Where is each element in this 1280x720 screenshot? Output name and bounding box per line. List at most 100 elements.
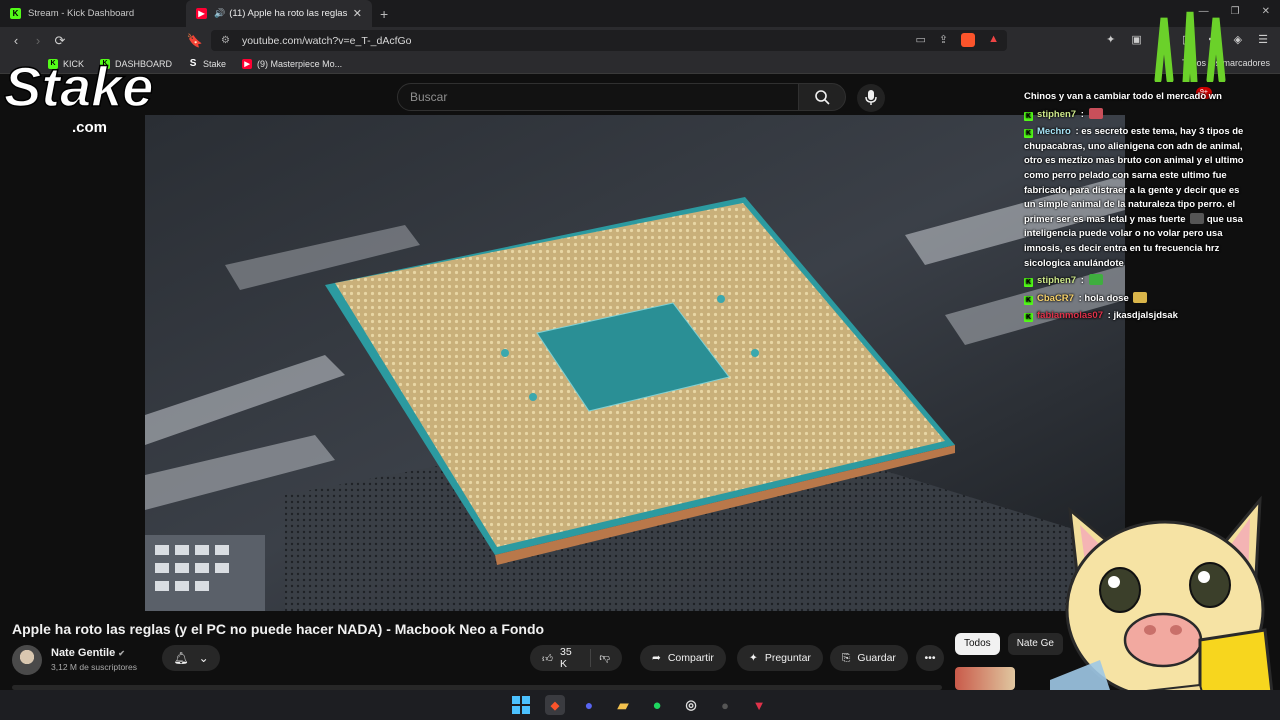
- save-label: Guardar: [857, 652, 896, 664]
- back-icon[interactable]: ‹: [5, 33, 27, 48]
- share-label: Compartir: [667, 652, 714, 664]
- bookmark-masterpiece[interactable]: ▶ (9) Masterpiece Mo...: [242, 58, 343, 69]
- vpn-icon[interactable]: ◈: [1234, 33, 1242, 46]
- file-explorer-icon[interactable]: ▰: [613, 695, 633, 715]
- chat-username: fabianmolas07: [1037, 310, 1103, 322]
- screenshot-icon[interactable]: ▣: [1131, 33, 1141, 46]
- bookmark-save-icon: ⎘: [842, 651, 851, 664]
- video-frame-cpu-image: [145, 115, 1125, 611]
- kick-badge-icon: K: [1024, 313, 1033, 323]
- browser-tab-bar: K Stream - Kick Dashboard ▶ 🔊 (11) Apple…: [0, 0, 1280, 27]
- reload-icon[interactable]: ⟳: [49, 33, 71, 49]
- tab-youtube-video[interactable]: ▶ 🔊 (11) Apple ha roto las reglas ( ✕: [186, 0, 372, 27]
- forward-icon[interactable]: ›: [27, 33, 49, 48]
- kick-badge-icon: K: [1024, 295, 1033, 305]
- like-button[interactable]: 👍︎ 35 K 👎︎: [530, 645, 622, 671]
- chat-text: Chinos y van a cambiar todo el mercado w…: [1024, 91, 1222, 102]
- search-input[interactable]: Buscar: [397, 83, 799, 111]
- chat-message: K Mechro : es secreto este tema, hay 3 ti…: [1024, 125, 1252, 271]
- sparkle-icon: ✦: [749, 652, 758, 664]
- chat-text: : hola dose: [1078, 292, 1129, 304]
- emote-icon: [1133, 291, 1148, 303]
- kick-badge-icon: K: [1024, 129, 1033, 139]
- bookmark-stake[interactable]: S Stake: [188, 58, 226, 69]
- url-text: youtube.com/watch?v=e_T-_dAcfGo: [241, 34, 412, 47]
- share-arrow-icon: ➦: [652, 652, 661, 664]
- chat-text: : es secreto este tema, hay 3 tipos de c…: [1024, 126, 1244, 225]
- site-settings-icon[interactable]: ⚙: [221, 35, 230, 46]
- more-dots-icon: •••: [924, 652, 936, 664]
- related-filter-chips: Todos Nate Ge: [955, 633, 1063, 655]
- dark-app-icon[interactable]: ●: [715, 695, 735, 715]
- channel-name-text: Nate Gentile: [51, 647, 116, 659]
- vtuber-cat-avatar: [1050, 495, 1277, 720]
- share-button[interactable]: ➦ Compartir: [640, 645, 726, 671]
- close-window-icon[interactable]: ✕: [1262, 6, 1270, 17]
- tab-title: (11) Apple ha roto las reglas (: [229, 8, 347, 19]
- save-button[interactable]: ⎘ Guardar: [830, 645, 908, 671]
- chat-username: stiphen7: [1037, 108, 1077, 120]
- bookmark-icon[interactable]: 🔖: [184, 33, 206, 49]
- stream-chat-overlay: Chinos y van a cambiar todo el mercado w…: [1024, 90, 1252, 327]
- stake-logo-text: Stake: [4, 58, 153, 118]
- windows-taskbar: ◆ ● ▰ ● ◎ ● ▼: [0, 690, 1280, 720]
- bookmark-label: (9) Masterpiece Mo...: [257, 58, 343, 69]
- chat-text: :: [1080, 275, 1084, 287]
- maximize-icon[interactable]: ❐: [1231, 6, 1240, 17]
- thumbs-up-icon: 👍︎: [542, 652, 553, 665]
- chat-username: Mechro: [1037, 126, 1071, 138]
- share-icon[interactable]: ⇪: [939, 33, 948, 47]
- like-count: 35 K: [559, 646, 572, 670]
- cast-icon[interactable]: ▭: [915, 33, 925, 47]
- emote-icon: [1088, 107, 1103, 119]
- stake-domain-text: .com: [72, 119, 107, 136]
- channel-name[interactable]: Nate Gentile ✔: [51, 647, 125, 659]
- bookmarks-bar: K KICK K DASHBOARD S Stake ▶ (9) Masterp…: [0, 54, 1280, 74]
- discord-icon[interactable]: ●: [579, 695, 599, 715]
- tab-kick-dashboard[interactable]: K Stream - Kick Dashboard: [0, 0, 186, 27]
- ask-button[interactable]: ✦ Preguntar: [737, 645, 823, 671]
- chat-message: Kstiphen7 :: [1024, 274, 1252, 289]
- chat-message: Kstiphen7 :: [1024, 107, 1252, 123]
- obs-icon[interactable]: ◎: [681, 695, 701, 715]
- tab-title: Stream - Kick Dashboard: [28, 8, 135, 19]
- extensions-icon[interactable]: ✦: [1106, 33, 1115, 46]
- close-tab-icon[interactable]: ✕: [353, 7, 362, 20]
- chat-message: K CbaCR7 : hola dose: [1024, 291, 1252, 307]
- microphone-icon: [865, 90, 877, 105]
- monster-energy-logo: [1154, 11, 1226, 82]
- subscribed-bell-button[interactable]: 🔔︎ ⌄: [162, 645, 220, 671]
- kick-badge-icon: K: [1024, 278, 1033, 288]
- kick-badge-icon: K: [1024, 111, 1033, 121]
- brave-rewards-icon[interactable]: ▲: [988, 33, 999, 47]
- stake-logo: Stake .com: [3, 58, 154, 136]
- related-video-thumbnail[interactable]: [955, 667, 1015, 690]
- brave-browser-icon[interactable]: ◆: [545, 695, 565, 715]
- new-tab-button[interactable]: +: [380, 6, 388, 22]
- menu-icon[interactable]: ☰: [1258, 33, 1268, 46]
- chip-all[interactable]: Todos: [955, 633, 1000, 655]
- brave-shields-icon[interactable]: [961, 33, 976, 47]
- spotify-icon[interactable]: ●: [647, 695, 667, 715]
- more-actions-button[interactable]: •••: [916, 645, 944, 671]
- channel-avatar[interactable]: [12, 645, 42, 675]
- audio-playing-icon[interactable]: 🔊: [214, 8, 225, 19]
- video-player[interactable]: [145, 115, 1125, 611]
- address-bar[interactable]: ⚙ youtube.com/watch?v=e_T-_dAcfGo ▭ ⇪ ▲: [211, 30, 1007, 51]
- browser-toolbar: ‹ › ⟳ 🔖 ⚙ youtube.com/watch?v=e_T-_dAcfG…: [0, 27, 1280, 54]
- verified-icon: ✔: [118, 649, 125, 658]
- subscriber-count: 3,12 M de suscriptores: [51, 662, 137, 672]
- kick-favicon-icon: K: [10, 8, 21, 19]
- windows-start-icon[interactable]: [511, 695, 531, 715]
- emote-icon: [1190, 212, 1205, 224]
- emote-icon: [1088, 274, 1103, 286]
- youtube-icon: ▶: [242, 58, 253, 69]
- chat-username: stiphen7: [1037, 275, 1077, 287]
- ask-label: Preguntar: [764, 652, 811, 664]
- chevron-down-icon: ⌄: [198, 651, 209, 665]
- voice-search-button[interactable]: [857, 84, 885, 112]
- red-app-icon[interactable]: ▼: [749, 695, 769, 715]
- thumbs-down-icon[interactable]: 👎︎: [590, 649, 610, 667]
- search-button[interactable]: [798, 83, 846, 111]
- chat-message: Chinos y van a cambiar todo el mercado w…: [1024, 90, 1252, 105]
